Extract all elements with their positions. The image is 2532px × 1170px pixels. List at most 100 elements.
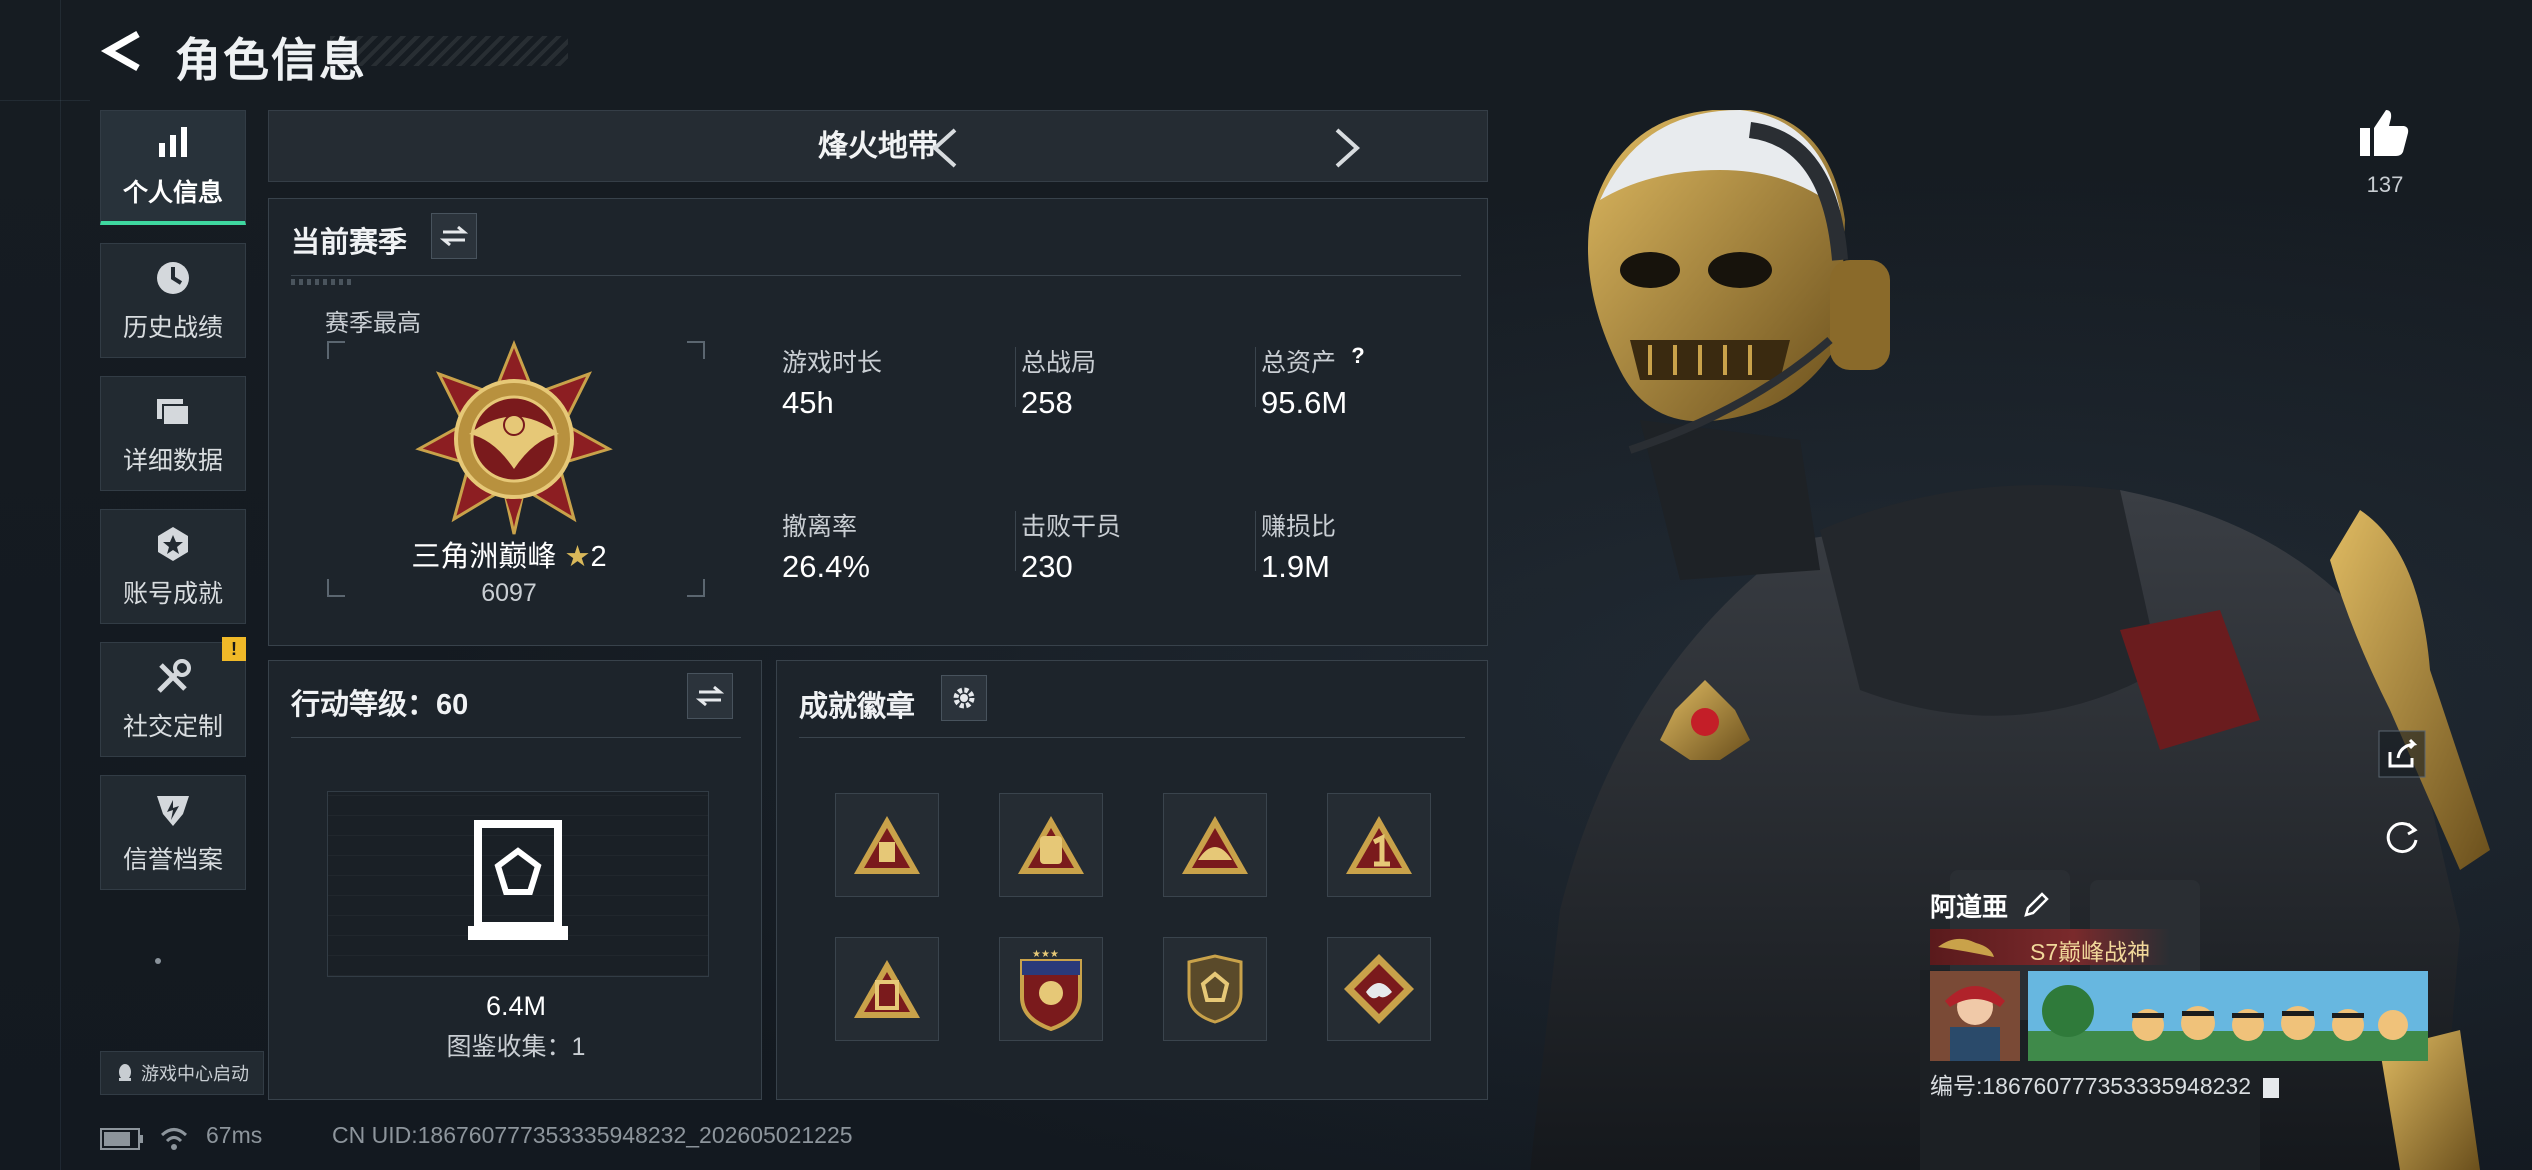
tools-icon — [157, 658, 191, 693]
back-arrow-icon[interactable] — [100, 28, 146, 74]
mode-selector: 烽火地带 — [268, 110, 1488, 182]
sidebar-item-detailed-data[interactable]: 详细数据 — [100, 376, 246, 491]
player-name: 阿道亜 — [1930, 891, 2009, 922]
title-tag-label: S7巅峰战神 — [2030, 939, 2151, 965]
clock-icon — [157, 261, 189, 294]
badge-settings-button[interactable] — [941, 675, 987, 721]
stat-value: 45h — [782, 385, 834, 420]
achievement-badge[interactable]: ★★★ — [999, 937, 1103, 1041]
sidebar-item-label: 社交定制 — [122, 712, 223, 741]
svg-text:★★★: ★★★ — [1032, 949, 1059, 960]
switch-season-button[interactable] — [431, 213, 477, 259]
badge-7-icon — [1187, 954, 1243, 1024]
swap-icon — [696, 685, 724, 707]
sidebar-item-label: 详细数据 — [122, 446, 223, 475]
mode-label: 烽火地带 — [818, 130, 938, 163]
stat-value: 1.9M — [1261, 549, 1330, 584]
sidebar-item-label: 信誉档案 — [122, 845, 223, 874]
help-icon[interactable]: ? — [1343, 339, 1373, 373]
divider — [1255, 347, 1256, 407]
divider — [291, 737, 741, 738]
chevron-right-icon[interactable] — [1329, 127, 1365, 169]
battery-icon — [100, 1128, 143, 1150]
uid-text: CN UID:18676077735333594823​2_2026050212… — [332, 1122, 853, 1148]
badges-title: 成就徽章 — [799, 691, 916, 723]
decor-dot — [155, 958, 161, 964]
action-level-title: 行动等级：60 — [291, 689, 469, 721]
divider — [291, 275, 1461, 276]
collection-value: 6.4M — [485, 991, 547, 1021]
bar-chart-icon — [159, 127, 187, 157]
badge-8-icon — [1344, 954, 1414, 1024]
season-best-label: 赛季最高 — [325, 310, 421, 337]
rank-score: 6097 — [481, 579, 537, 607]
collection-display[interactable] — [327, 791, 709, 977]
share-icon[interactable] — [2378, 730, 2426, 778]
card-images — [1930, 971, 2430, 1061]
achievement-badge[interactable] — [1327, 937, 1431, 1041]
divider — [1255, 511, 1256, 571]
sidebar-item-achievements[interactable]: 账号成就 — [100, 509, 246, 624]
thumbs-up-icon[interactable] — [2358, 108, 2410, 158]
badges-panel: 成就徽章 ★★★ — [776, 660, 1488, 1100]
gear-icon — [953, 687, 975, 709]
qq-icon — [119, 1064, 131, 1081]
wifi-icon — [160, 1128, 188, 1150]
stat-label: 击败干员 — [1021, 513, 1122, 541]
avatar[interactable] — [1930, 971, 2020, 1061]
rank-stars: 2 — [590, 541, 607, 573]
divider — [1015, 511, 1016, 571]
achievement-icon — [158, 526, 188, 561]
shield-icon — [157, 795, 189, 826]
sidebar-item-credit-record[interactable]: 信誉档案 — [100, 775, 246, 890]
badge-5-icon — [854, 960, 920, 1018]
stat-value: 95.6M — [1261, 385, 1348, 420]
frame-corner — [687, 579, 705, 597]
game-center-label: 游戏中心启动 — [141, 1064, 249, 1084]
rank-name: 三角洲巅峰 — [411, 541, 557, 573]
switch-level-button[interactable] — [687, 673, 733, 719]
sidebar-item-label: 个人信息 — [122, 179, 223, 207]
stat-value: 230 — [1021, 549, 1073, 584]
name-card-banner[interactable] — [2028, 971, 2428, 1061]
season-panel: 当前赛季 赛季最高 三角洲巅峰 ★2 6097 游戏时长 45h 总战局 258… — [268, 198, 1488, 646]
rank-name-row: 三角洲巅峰 ★2 — [329, 533, 689, 575]
badge-3-icon — [1182, 816, 1248, 874]
achievement-badge[interactable] — [999, 793, 1103, 897]
collection-count: 图鉴收集：1 — [446, 1033, 586, 1061]
frame-line — [0, 100, 90, 101]
chevron-left-icon[interactable] — [927, 127, 963, 169]
title-emblem-icon — [1938, 938, 1994, 957]
achievement-badge[interactable] — [1163, 793, 1267, 897]
stat-value: 258 — [1021, 385, 1073, 420]
sidebar-item-label: 历史战绩 — [122, 313, 223, 342]
divider — [799, 737, 1465, 738]
badge-6-icon: ★★★ — [1020, 949, 1082, 1031]
player-card: 阿道亜 S7巅峰战神 编号:18676077735333594823​2 — [1930, 885, 2430, 1101]
display-case-icon — [468, 820, 568, 940]
season-title: 当前赛季 — [291, 227, 408, 259]
sidebar-item-personal-info[interactable]: 个人信息 — [100, 110, 246, 225]
stat-label: 游戏时长 — [782, 349, 883, 377]
achievement-badge[interactable] — [835, 793, 939, 897]
stat-value: 26.4% — [782, 549, 870, 584]
achievement-badge[interactable] — [1163, 937, 1267, 1041]
like-count: 137 — [2366, 172, 2404, 197]
sidebar-item-history[interactable]: 历史战绩 — [100, 243, 246, 358]
badge-4-icon — [1346, 816, 1412, 874]
stat-label: 赚损比 — [1261, 513, 1337, 541]
achievement-badge[interactable] — [1327, 793, 1431, 897]
divider — [1015, 347, 1016, 407]
rotate-icon[interactable] — [2378, 812, 2426, 860]
title-decoration — [330, 36, 568, 66]
achievement-badge[interactable] — [835, 937, 939, 1041]
stat-label: 总资产 — [1261, 349, 1337, 377]
edit-icon[interactable] — [2022, 891, 2050, 919]
badge-2-icon — [1018, 816, 1084, 874]
badge-1-icon — [854, 816, 920, 874]
sidebar-item-label: 账号成就 — [122, 579, 223, 608]
star-icon: ★ — [564, 541, 591, 573]
action-level-panel: 行动等级：60 6.4M 图鉴收集：1 — [268, 660, 762, 1100]
copy-icon[interactable] — [2263, 1077, 2280, 1098]
game-center-launch-button[interactable]: 游戏中心启动 — [100, 1051, 264, 1095]
